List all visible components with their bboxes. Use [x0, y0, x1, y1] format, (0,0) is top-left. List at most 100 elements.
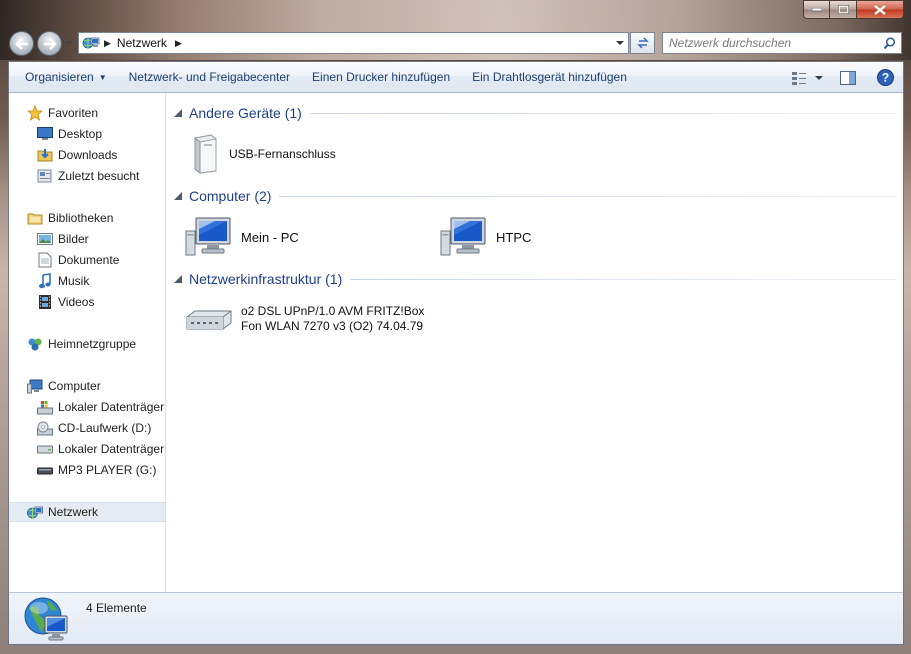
nav-local-disk[interactable]: Lokaler Datenträger — [37, 439, 164, 459]
arrow-left-icon — [14, 37, 28, 50]
nav-label: Bilder — [58, 232, 89, 246]
help-icon: ? — [876, 69, 894, 86]
breadcrumb-arrow-icon[interactable]: ▶ — [104, 38, 111, 49]
change-view-button[interactable] — [785, 62, 829, 93]
maximize-button[interactable] — [830, 0, 857, 19]
nav-label: Downloads — [58, 148, 118, 162]
preview-pane-button[interactable] — [829, 62, 867, 93]
back-button[interactable] — [9, 31, 34, 56]
pictures-icon — [37, 231, 53, 247]
nav-music[interactable]: Musik — [37, 271, 89, 291]
homegroup-icon — [27, 336, 43, 352]
group-header-network-infrastructure[interactable]: Netzwerkinfrastruktur (1) — [173, 268, 897, 290]
computer-mein-pc[interactable]: Mein - PC — [185, 217, 299, 257]
nav-label: Bibliotheken — [48, 211, 114, 225]
view-options-icon — [792, 71, 823, 85]
documents-icon — [37, 252, 53, 268]
nav-favorites[interactable]: Favoriten — [27, 103, 98, 123]
close-icon — [874, 4, 886, 15]
nav-label: Favoriten — [48, 106, 99, 120]
nav-homegroup[interactable]: Heimnetzgruppe — [27, 334, 136, 354]
nav-label: Lokaler Datenträger — [58, 442, 165, 456]
forward-button[interactable] — [37, 31, 62, 56]
group-header-computer[interactable]: Computer (2) — [173, 185, 897, 207]
group-title: Computer (2) — [189, 188, 272, 204]
chevron-down-icon: ▼ — [98, 72, 107, 82]
maximize-icon — [837, 5, 849, 14]
item-label: o2 DSL UPnP/1.0 AVM FRITZ!Box Fon WLAN 7… — [241, 304, 424, 334]
caption-buttons — [803, 0, 904, 19]
label-line-1: o2 DSL UPnP/1.0 AVM FRITZ!Box — [241, 304, 425, 318]
nav-pictures[interactable]: Bilder — [37, 229, 89, 249]
computer-icon — [185, 217, 231, 256]
search-icon[interactable] — [883, 37, 896, 50]
address-dropdown-icon[interactable] — [615, 38, 625, 48]
item-count: 4 Elemente — [86, 601, 147, 615]
nav-videos[interactable]: Videos — [37, 292, 94, 312]
nav-computer[interactable]: Computer — [27, 376, 101, 396]
navigation-pane: Favoriten Desktop Downloads Zuletzt besu… — [9, 93, 166, 592]
computer-icon — [27, 378, 43, 394]
breadcrumb-arrow-icon[interactable]: ▶ — [175, 38, 182, 49]
nav-documents[interactable]: Dokumente — [37, 250, 119, 270]
collapse-triangle-icon — [174, 192, 182, 200]
breadcrumb-network[interactable]: Netzwerk — [117, 36, 167, 50]
cd-drive-icon — [37, 420, 53, 436]
nav-label: Netzwerk — [48, 505, 99, 519]
removable-drive-icon — [37, 462, 53, 478]
nav-label: Heimnetzgruppe — [48, 337, 137, 351]
add-printer-button[interactable]: Einen Drucker hinzufügen — [301, 62, 461, 93]
nav-label: Musik — [58, 274, 90, 288]
collapse-triangle-icon — [174, 109, 182, 117]
nav-label: Zuletzt besucht — [58, 169, 140, 183]
svg-text:?: ? — [881, 71, 888, 85]
command-bar: Organisieren ▼ Netzwerk- und Freigabecen… — [9, 62, 903, 93]
arrow-right-icon — [43, 37, 57, 50]
nav-mp3-player[interactable]: MP3 PLAYER (G:) — [37, 460, 156, 480]
address-bar[interactable]: ▶ Netzwerk ▶ — [78, 32, 629, 54]
computer-htpc[interactable]: HTPC — [440, 217, 531, 257]
nav-cd-drive[interactable]: CD-Laufwerk (D:) — [37, 418, 151, 438]
music-icon — [37, 273, 53, 289]
explorer-client-area: Organisieren ▼ Netzwerk- und Freigabecen… — [8, 61, 904, 645]
nav-label: MP3 PLAYER (G:) — [58, 463, 157, 477]
add-wireless-device-button[interactable]: Ein Drahtlosgerät hinzufügen — [461, 62, 638, 93]
item-label: HTPC — [496, 229, 532, 245]
nav-local-disk-c[interactable]: Lokaler Datenträger — [37, 397, 164, 417]
nav-label: CD-Laufwerk (D:) — [58, 421, 152, 435]
search-input[interactable] — [669, 36, 879, 50]
computer-icon — [440, 217, 486, 256]
nav-recent-places[interactable]: Zuletzt besucht — [37, 166, 139, 186]
minimize-button[interactable] — [803, 0, 830, 19]
nav-libraries[interactable]: Bibliotheken — [27, 208, 113, 228]
network-sharing-center-button[interactable]: Netzwerk- und Freigabecenter — [118, 62, 301, 93]
downloads-icon — [37, 147, 53, 163]
group-divider — [350, 278, 897, 280]
device-usb-remote[interactable]: USB-Fernanschluss — [189, 134, 336, 174]
refresh-icon — [636, 37, 649, 49]
nav-desktop[interactable]: Desktop — [37, 124, 102, 144]
nav-downloads[interactable]: Downloads — [37, 145, 117, 165]
collapse-triangle-icon — [174, 275, 182, 283]
item-label: USB-Fernanschluss — [229, 146, 336, 161]
label-line-2: Fon WLAN 7270 v3 (O2) 74.04.79 — [241, 319, 424, 333]
search-box[interactable] — [662, 32, 902, 54]
group-divider — [309, 112, 897, 114]
hard-drive-icon — [37, 441, 53, 457]
nav-label: Dokumente — [58, 253, 120, 267]
close-button[interactable] — [857, 0, 904, 19]
organize-menu-button[interactable]: Organisieren ▼ — [9, 62, 118, 93]
usb-device-icon — [194, 134, 217, 174]
help-button[interactable]: ? — [867, 62, 903, 93]
add-printer-label: Einen Drucker hinzufügen — [312, 70, 451, 84]
nav-network[interactable]: Netzwerk — [9, 502, 165, 522]
group-title: Netzwerkinfrastruktur (1) — [189, 271, 343, 287]
recent-pages-chevron-icon[interactable] — [64, 38, 74, 48]
group-divider — [279, 195, 897, 197]
nav-label: Desktop — [58, 127, 103, 141]
refresh-button[interactable] — [630, 32, 655, 54]
device-fritzbox-router[interactable]: o2 DSL UPnP/1.0 AVM FRITZ!Box Fon WLAN 7… — [185, 301, 424, 337]
item-label: Mein - PC — [241, 229, 299, 245]
network-icon — [27, 504, 43, 520]
group-header-other-devices[interactable]: Andere Geräte (1) — [173, 102, 897, 124]
